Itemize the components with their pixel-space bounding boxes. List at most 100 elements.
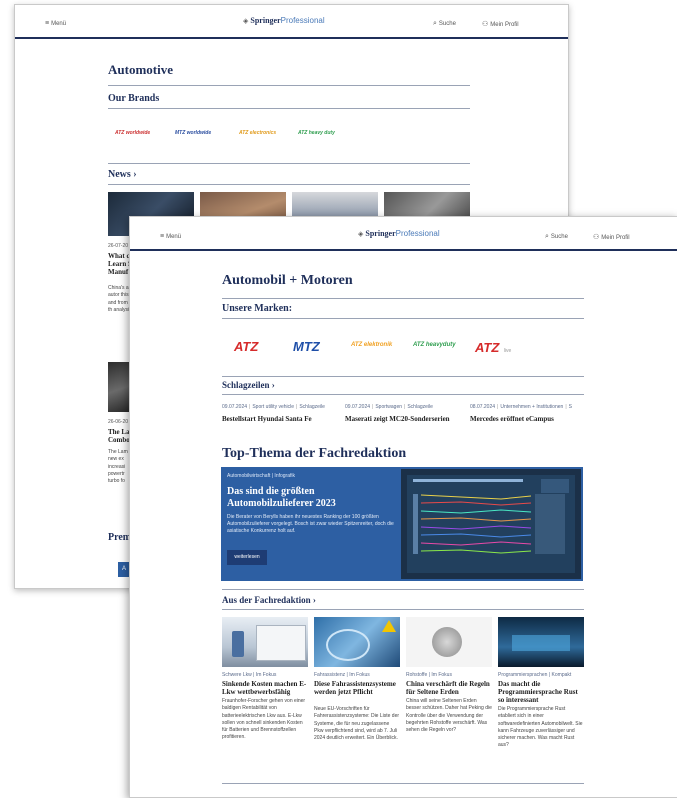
news-date: 26-06-20	[108, 419, 129, 425]
headlines-heading[interactable]: Schlagzeilen ›	[222, 380, 275, 390]
headline-type: Schlagzeile	[299, 404, 325, 410]
headline-date: 09.07.2024	[345, 404, 371, 410]
article-image-rare-earth[interactable]	[406, 617, 492, 667]
article-image-e-truck[interactable]	[222, 617, 308, 667]
separator: |	[404, 404, 406, 410]
menu-label: Menü	[166, 234, 182, 240]
headline-category[interactable]: Sportwagen	[375, 404, 402, 410]
headline-meta: 09.07.2024 | Sport utility vehicle | Schlagz…	[222, 404, 325, 410]
separator: |	[565, 404, 567, 410]
divider	[222, 376, 584, 377]
user-icon: ⚇	[482, 21, 489, 28]
separator: |	[249, 404, 251, 410]
search-icon: ⌕	[433, 20, 437, 27]
brand-logo-atz-live[interactable]: ATZ live	[475, 339, 511, 357]
infographic-label-column	[535, 494, 565, 554]
brand-logo-mtz[interactable]: MTZ	[293, 339, 320, 354]
springer-logo[interactable]: ◈ SpringerProfessional	[243, 16, 325, 25]
news-heading[interactable]: News ›	[108, 169, 137, 180]
article-teaser: Neue EU-Vorschriften für Fahrerassistenz…	[314, 706, 400, 742]
headline-title[interactable]: Bestellstart Hyundai Santa Fe	[222, 415, 312, 423]
search-button[interactable]: ⌕ Suche	[433, 20, 456, 28]
divider	[108, 163, 470, 164]
search-button[interactable]: ⌕ Suche	[545, 233, 568, 241]
brand-logo-suffix: live	[503, 348, 512, 354]
article-title[interactable]: Diese Fahrassistenzsysteme werden jetzt …	[314, 680, 400, 696]
warning-icon	[382, 620, 396, 632]
headline-meta: 08.07.2024 | Unternehmen + Institutionen | S	[470, 404, 580, 410]
article-image-assist[interactable]	[314, 617, 400, 667]
logo-bold: Springer	[250, 16, 281, 25]
banner-title[interactable]: Das sind die größten Automobilzulieferer…	[227, 486, 399, 510]
divider	[108, 85, 470, 86]
article-title[interactable]: Sinkende Kosten machen E-Lkw wettbewerbs…	[222, 680, 308, 696]
article-title[interactable]: Das macht die Programmiersprache Rust so…	[498, 680, 584, 704]
brand-logo-atz-elektronik[interactable]: ATZ elektronik	[351, 342, 392, 348]
separator: |	[372, 404, 374, 410]
search-icon: ⌕	[545, 233, 549, 240]
menu-icon: ≡	[45, 20, 50, 27]
headline-title[interactable]: Mercedes eröffnet eCampus	[470, 415, 554, 423]
front-header: ≡ Menü ◈ SpringerProfessional ⌕ Suche ⚇ Mein…	[130, 217, 677, 251]
brand-logo[interactable]: ATZ worldwide	[115, 130, 150, 136]
user-icon: ⚇	[593, 234, 600, 241]
profile-button[interactable]: ⚇ Mein Profil	[482, 20, 519, 28]
brands-heading: Our Brands	[108, 93, 160, 104]
code-glow-shape	[512, 635, 570, 651]
divider	[222, 609, 584, 610]
springer-logo[interactable]: ◈ SpringerProfessional	[358, 229, 440, 238]
menu-icon: ≡	[160, 233, 165, 240]
infographic-label-column	[413, 494, 418, 554]
profile-label: Mein Profil	[601, 235, 630, 241]
banner-description: Die Berater von Berylls haben ihr neuest…	[227, 514, 394, 534]
headline-date: 08.07.2024	[470, 404, 496, 410]
search-label: Suche	[550, 234, 568, 240]
divider	[108, 108, 470, 109]
banner-category: Automobilwirtschaft | Infografik	[227, 473, 295, 479]
top-topic-heading: Top-Thema der Fachredaktion	[222, 446, 407, 461]
read-more-button[interactable]: weiterlesen	[227, 550, 267, 565]
article-meta: Fahrassistenz | Im Fokus	[314, 672, 370, 678]
divider	[222, 298, 584, 299]
back-header: ≡ Menü ◈ SpringerProfessional ⌕ Suche ⚇ Mein…	[15, 5, 568, 39]
menu-button[interactable]: ≡ Menü	[160, 233, 181, 240]
article-title[interactable]: China verschärft die Regeln für Seltene …	[406, 680, 492, 696]
truck-shape	[256, 625, 306, 661]
top-topic-banner[interactable]: Automobilwirtschaft | Infografik Das sin…	[221, 467, 583, 581]
charger-shape	[232, 631, 244, 657]
headline-title[interactable]: Maserati zeigt MC20-Sonderserien	[345, 415, 450, 423]
search-label: Suche	[438, 21, 456, 27]
brand-logo-atz[interactable]: ATZ	[234, 339, 258, 354]
headline-type: Schlagzeile	[407, 404, 433, 410]
separator: |	[296, 404, 298, 410]
logo-light: Professional	[280, 16, 325, 25]
editorial-heading[interactable]: Aus der Fachredaktion ›	[222, 595, 316, 605]
divider	[222, 783, 584, 784]
infographic-header-bar	[413, 479, 523, 482]
headline-category[interactable]: Sport utility vehicle	[252, 404, 294, 410]
article-image-rust[interactable]	[498, 617, 584, 667]
brand-logo-atz-heavyduty[interactable]: ATZ heavyduty	[413, 342, 456, 348]
brand-logo[interactable]: MTZ worldwide	[175, 130, 211, 136]
infographic-graphic	[407, 475, 575, 573]
steering-wheel-icon	[326, 629, 370, 661]
news-date: 26-07-20	[108, 243, 129, 249]
brand-logo[interactable]: ATZ electronics	[239, 130, 276, 136]
banner-infographic-image[interactable]	[401, 469, 581, 579]
front-page-screenshot: ≡ Menü ◈ SpringerProfessional ⌕ Suche ⚇ Mein…	[129, 216, 677, 798]
article-meta: Schwere Lkw | Im Fokus	[222, 672, 277, 678]
article-teaser: China will seine Seltenen Erden besser s…	[406, 698, 492, 734]
headline-category[interactable]: Unternehmen + Institutionen	[500, 404, 563, 410]
logo-light: Professional	[395, 229, 440, 238]
brand-logo[interactable]: ATZ heavy duty	[298, 130, 335, 136]
headline-meta: 09.07.2024 | Sportwagen | Schlagzeile	[345, 404, 433, 410]
page-title: Automobil + Motoren	[222, 273, 353, 288]
infographic-legend-box	[541, 479, 569, 493]
headline-date: 09.07.2024	[222, 404, 248, 410]
divider	[222, 394, 584, 395]
logo-icon: ◈	[243, 18, 249, 25]
banner-text-panel: Automobilwirtschaft | Infografik Das sin…	[221, 467, 401, 581]
profile-button[interactable]: ⚇ Mein Profil	[593, 233, 630, 241]
menu-button[interactable]: ≡ Menü	[45, 20, 66, 27]
logo-icon: ◈	[358, 231, 364, 238]
